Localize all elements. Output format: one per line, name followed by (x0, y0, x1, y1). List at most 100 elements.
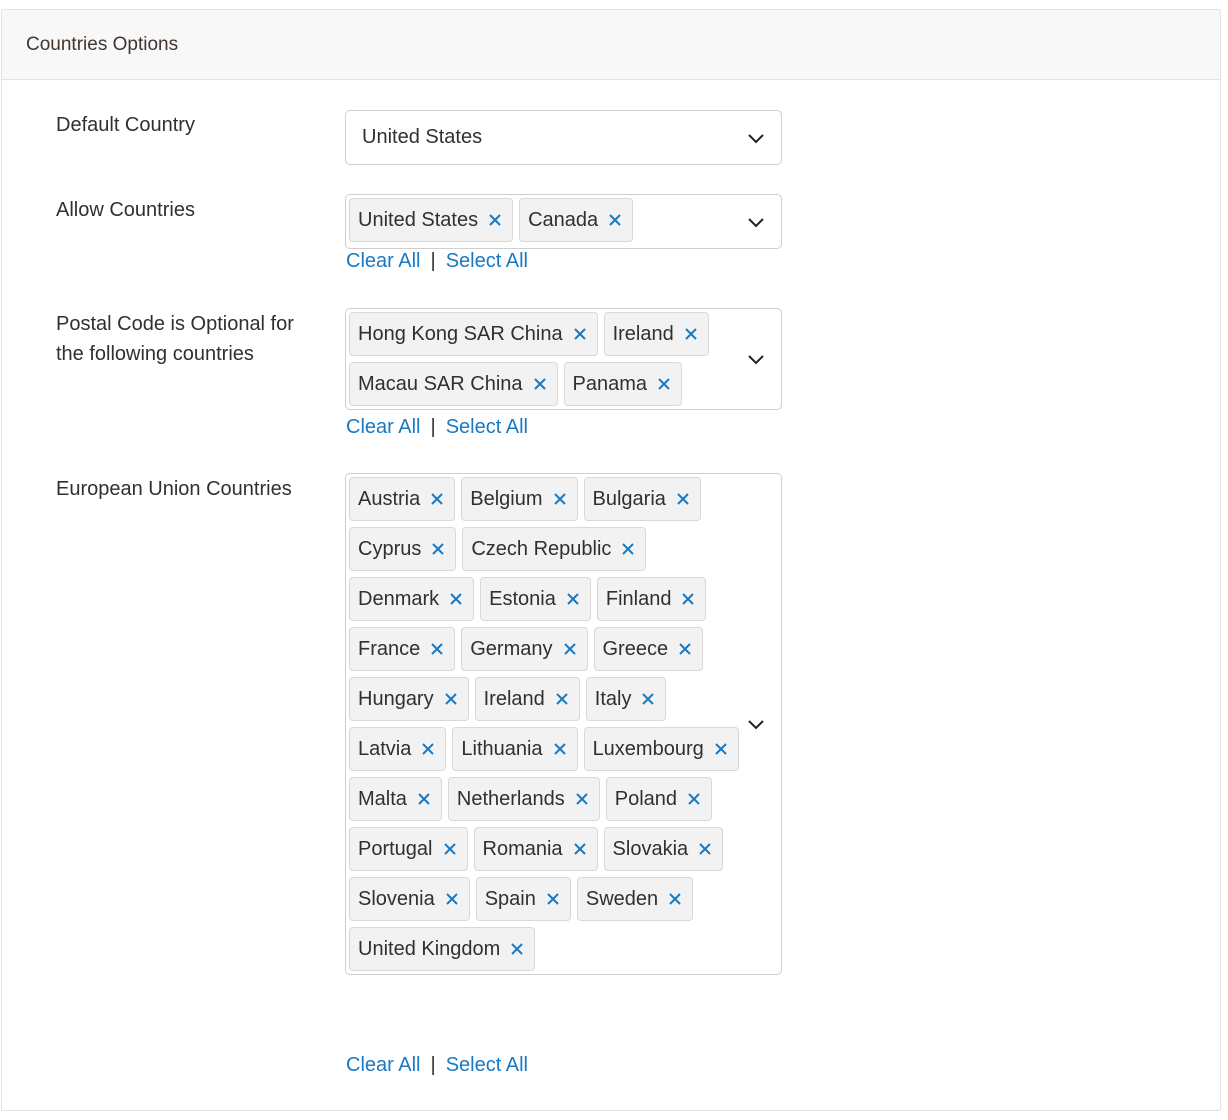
close-icon[interactable] (430, 642, 444, 656)
eu-countries-multiselect[interactable]: Austria Belgium Bulgaria Cyprus Czech Republ… (345, 473, 782, 975)
country-chip: Italy (585, 677, 667, 721)
postal-optional-actions: Clear All | Select All (346, 416, 528, 439)
chip-label: Cyprus (358, 537, 422, 560)
chevron-down-icon[interactable] (747, 353, 765, 365)
country-chip: Estonia (480, 577, 591, 621)
chip-label: Latvia (358, 737, 412, 760)
country-chip: Belgium (461, 477, 578, 521)
chip-label: Lithuania (461, 737, 543, 760)
chip-label: Canada (528, 208, 599, 231)
close-icon[interactable] (573, 842, 587, 856)
country-chip: Denmark (349, 577, 475, 621)
allow-countries-multiselect[interactable]: United States Canada (345, 194, 782, 249)
eu-countries-label: European Union Countries (56, 478, 292, 500)
chip-label: United Kingdom (358, 937, 501, 960)
select-all-link[interactable]: Select All (446, 250, 528, 273)
close-icon[interactable] (698, 842, 712, 856)
country-chip: Germany (461, 627, 588, 671)
close-icon[interactable] (417, 792, 431, 806)
country-chip: Panama (563, 362, 683, 406)
chip-label: United States (358, 208, 479, 231)
country-chip: Hong Kong SAR China (349, 312, 598, 356)
chip-label: Slovakia (612, 837, 689, 860)
close-icon[interactable] (533, 377, 547, 391)
close-icon[interactable] (430, 492, 444, 506)
country-chip: United Kingdom (349, 927, 536, 971)
chip-label: Sweden (585, 887, 659, 910)
country-chip: United States (349, 198, 514, 242)
close-icon[interactable] (714, 742, 728, 756)
country-chip: Austria (349, 477, 456, 521)
separator: | (430, 416, 436, 438)
separator: | (430, 1054, 436, 1076)
close-icon[interactable] (510, 942, 524, 956)
close-icon[interactable] (641, 692, 655, 706)
panel-title[interactable]: Countries Options (2, 10, 1220, 80)
chip-label: Malta (358, 787, 407, 810)
chip-label: Ireland (612, 322, 674, 345)
chip-label: Macau SAR China (358, 372, 523, 395)
postal-optional-multiselect[interactable]: Hong Kong SAR China Ireland Macau SAR Chin… (345, 308, 782, 410)
close-icon[interactable] (684, 327, 698, 341)
chip-label: Greece (602, 637, 669, 660)
close-icon[interactable] (488, 213, 502, 227)
close-icon[interactable] (657, 377, 671, 391)
close-icon[interactable] (681, 592, 695, 606)
close-icon[interactable] (621, 542, 635, 556)
clear-all-link[interactable]: Clear All (346, 1054, 420, 1077)
close-icon[interactable] (566, 592, 580, 606)
clear-all-link[interactable]: Clear All (346, 416, 420, 439)
chip-label: Romania (482, 837, 563, 860)
close-icon[interactable] (687, 792, 701, 806)
close-icon[interactable] (431, 542, 445, 556)
allow-countries-actions: Clear All | Select All (346, 250, 528, 273)
chip-label: Denmark (358, 587, 440, 610)
chip-label: Poland (614, 787, 678, 810)
select-all-link[interactable]: Select All (446, 416, 528, 439)
country-chip: Romania (473, 827, 598, 871)
separator: | (430, 250, 436, 272)
chip-label: Slovenia (358, 887, 435, 910)
chevron-down-icon (748, 133, 764, 143)
close-icon[interactable] (553, 492, 567, 506)
close-icon[interactable] (676, 492, 690, 506)
postal-optional-label: Postal Code is Optional for the followin… (56, 313, 294, 365)
close-icon[interactable] (449, 592, 463, 606)
chevron-down-icon[interactable] (747, 718, 765, 730)
close-icon[interactable] (668, 892, 682, 906)
close-icon[interactable] (575, 792, 589, 806)
clear-all-link[interactable]: Clear All (346, 250, 420, 273)
chip-label: Luxembourg (592, 737, 704, 760)
chip-label: Bulgaria (592, 487, 666, 510)
select-all-link[interactable]: Select All (446, 1054, 528, 1077)
close-icon[interactable] (546, 892, 560, 906)
country-chip: Hungary (349, 677, 469, 721)
country-chip: Macau SAR China (349, 362, 558, 406)
default-country-value: United States (362, 126, 483, 148)
country-chip: Spain (475, 877, 571, 921)
default-country-select[interactable]: United States (345, 110, 782, 165)
chip-label: Czech Republic (471, 537, 612, 560)
chip-label: France (358, 637, 421, 660)
chevron-down-icon[interactable] (747, 216, 765, 228)
country-chip: Slovakia (603, 827, 724, 871)
chip-label: Hungary (358, 687, 434, 710)
close-icon[interactable] (421, 742, 435, 756)
close-icon[interactable] (443, 842, 457, 856)
chip-label: Panama (572, 372, 648, 395)
close-icon[interactable] (444, 692, 458, 706)
close-icon[interactable] (563, 642, 577, 656)
close-icon[interactable] (445, 892, 459, 906)
country-chip: Poland (605, 777, 713, 821)
close-icon[interactable] (553, 742, 567, 756)
country-chip: Slovenia (349, 877, 470, 921)
country-chip: Latvia (349, 727, 447, 771)
close-icon[interactable] (555, 692, 569, 706)
country-chip: Bulgaria (583, 477, 701, 521)
country-chip: Lithuania (452, 727, 578, 771)
close-icon[interactable] (608, 213, 622, 227)
country-chip: Ireland (603, 312, 709, 356)
close-icon[interactable] (573, 327, 587, 341)
close-icon[interactable] (678, 642, 692, 656)
country-chip: Luxembourg (583, 727, 739, 771)
